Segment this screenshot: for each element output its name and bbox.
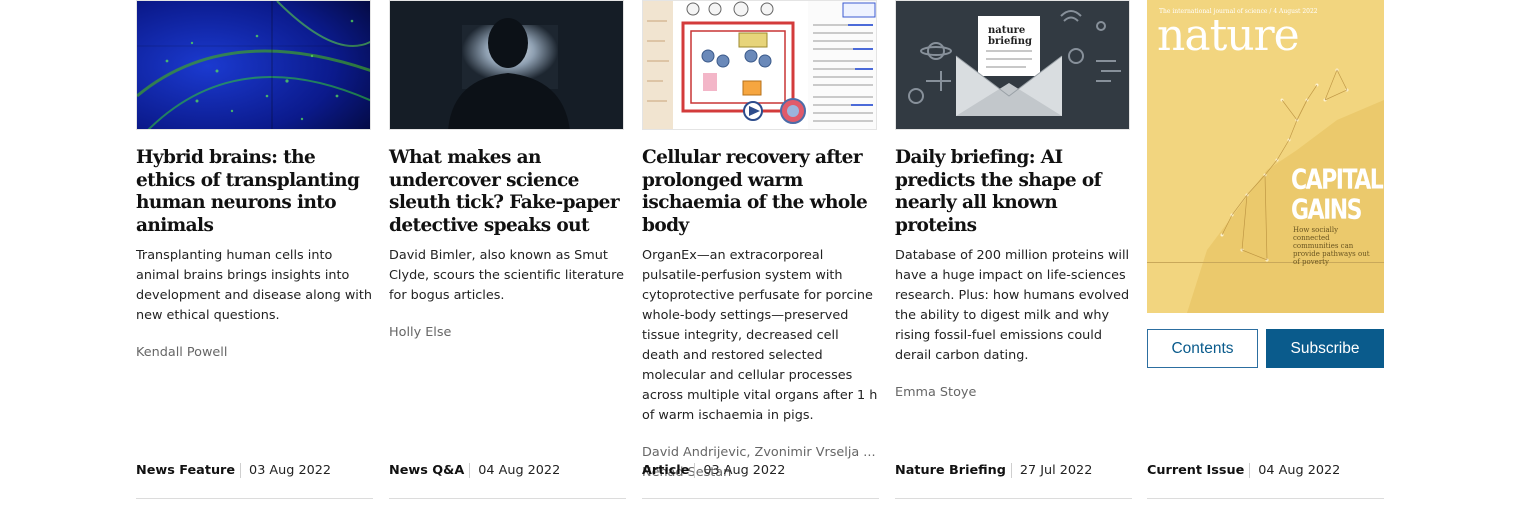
article-type-label: Article bbox=[642, 462, 696, 478]
article-date: 03 Aug 2022 bbox=[249, 462, 332, 478]
article-image-schematic[interactable] bbox=[642, 0, 877, 130]
article-meta: News Q&A 04 Aug 2022 bbox=[389, 459, 560, 481]
svg-text:nature: nature bbox=[988, 25, 1025, 36]
article-meta: News Feature 03 Aug 2022 bbox=[136, 459, 331, 481]
article-headline[interactable]: Daily briefing: AI predicts the shape of… bbox=[895, 147, 1132, 237]
issue-type-label: Current Issue bbox=[1147, 462, 1251, 478]
cover-headline-line: CAPITAL bbox=[1291, 164, 1384, 196]
brain-tissue-image bbox=[137, 1, 370, 129]
cover-masthead: nature bbox=[1157, 10, 1300, 61]
divider bbox=[642, 498, 879, 499]
article-meta: Nature Briefing 27 Jul 2022 bbox=[895, 459, 1092, 481]
organex-schematic-image bbox=[643, 1, 876, 129]
article-authors: Kendall Powell bbox=[136, 345, 228, 360]
article-type-label: Nature Briefing bbox=[895, 462, 1012, 478]
briefing-envelope-image: nature briefing bbox=[896, 1, 1129, 129]
issue-date: 04 Aug 2022 bbox=[1258, 462, 1341, 478]
subscribe-button[interactable]: Subscribe bbox=[1266, 329, 1384, 368]
article-headline[interactable]: Hybrid brains: the ethics of transplanti… bbox=[136, 147, 373, 237]
article-date: 04 Aug 2022 bbox=[478, 462, 561, 478]
cover-headline-line: GAINS bbox=[1291, 194, 1363, 226]
article-card: What makes an undercover science sleuth … bbox=[389, 0, 626, 500]
current-issue-card: The international journal of science / 4… bbox=[1147, 0, 1384, 500]
cover-subhead: How socially connected communities can p… bbox=[1293, 226, 1370, 266]
article-authors: Emma Stoye bbox=[895, 385, 977, 400]
article-summary: Transplanting human cells into animal br… bbox=[136, 248, 372, 323]
article-summary: OrganEx—an extracorporeal pulsatile-perf… bbox=[642, 248, 878, 423]
article-card: Hybrid brains: the ethics of transplanti… bbox=[136, 0, 373, 500]
divider bbox=[1147, 498, 1384, 499]
article-authors: Holly Else bbox=[389, 325, 452, 340]
issue-meta: Current Issue 04 Aug 2022 bbox=[1147, 459, 1340, 481]
issue-actions: Contents Subscribe bbox=[1147, 329, 1384, 368]
silhouette-image bbox=[390, 1, 623, 129]
contents-button[interactable]: Contents bbox=[1147, 329, 1258, 368]
article-date: 27 Jul 2022 bbox=[1019, 462, 1093, 478]
article-card: nature briefing Daily briefing: AI predi… bbox=[895, 0, 1132, 500]
divider bbox=[895, 498, 1132, 499]
article-meta: Article 03 Aug 2022 bbox=[642, 459, 785, 481]
divider bbox=[389, 498, 626, 499]
article-card: Cellular recovery after prolonged warm i… bbox=[642, 0, 879, 500]
divider bbox=[136, 498, 373, 499]
article-headline[interactable]: Cellular recovery after prolonged warm i… bbox=[642, 147, 879, 237]
svg-text:briefing: briefing bbox=[988, 36, 1032, 47]
article-headline[interactable]: What makes an undercover science sleuth … bbox=[389, 147, 626, 237]
article-date: 03 Aug 2022 bbox=[703, 462, 786, 478]
article-image-brain[interactable] bbox=[136, 0, 371, 130]
article-image-silhouette[interactable] bbox=[389, 0, 624, 130]
magazine-cover[interactable]: The international journal of science / 4… bbox=[1147, 0, 1384, 313]
article-image-briefing[interactable]: nature briefing bbox=[895, 0, 1130, 130]
article-type-label: News Q&A bbox=[389, 462, 471, 478]
cover-headline: CAPITAL GAINS bbox=[1291, 164, 1384, 226]
article-summary: David Bimler, also known as Smut Clyde, … bbox=[389, 248, 624, 303]
article-type-label: News Feature bbox=[136, 462, 242, 478]
article-summary: Database of 200 million proteins will ha… bbox=[895, 248, 1130, 363]
